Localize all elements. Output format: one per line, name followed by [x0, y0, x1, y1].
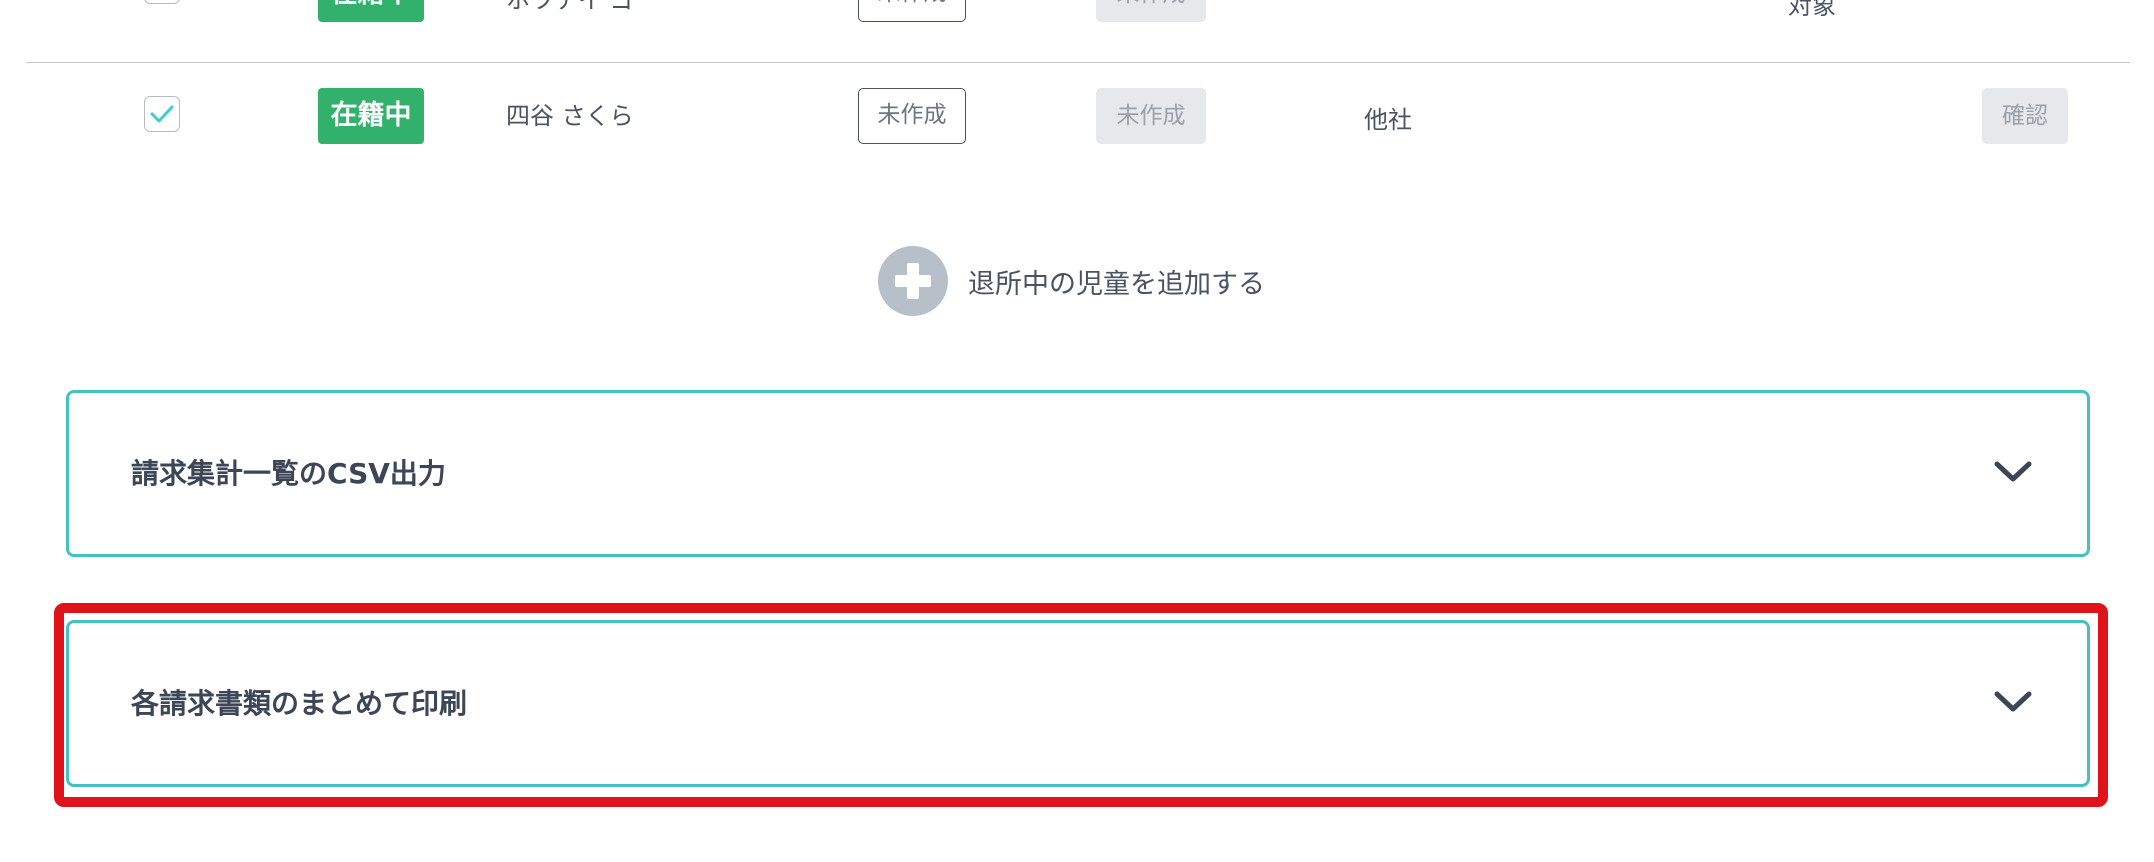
accordion-title: 請求集計一覧のCSV出力 [131, 457, 446, 490]
company-label: 他社 [1364, 106, 1412, 134]
document-status-disabled: 未作成 [1096, 0, 1206, 22]
status-badge: 在籍中 [318, 88, 424, 144]
csv-export-accordion[interactable]: 請求集計一覧のCSV出力 [66, 390, 2090, 557]
check-icon [150, 105, 174, 123]
table-row: 在籍中 ホワテイ ゴ 未作成 未作成 対象 [26, 0, 2130, 63]
add-withdrawn-child-button[interactable]: 退所中の児童を追加する [878, 246, 1265, 316]
table-row: 在籍中 四谷 さくら 未作成 未作成 他社 確認 [26, 62, 2130, 172]
document-status-disabled: 未作成 [1096, 88, 1206, 144]
plus-circle-icon [878, 246, 948, 316]
accordion-title: 各請求書類のまとめて印刷 [131, 687, 468, 720]
target-label: 対象 [1788, 0, 1836, 20]
document-status-button[interactable]: 未作成 [858, 88, 966, 144]
child-name: ホワテイ ゴ [506, 0, 634, 14]
document-status-button[interactable]: 未作成 [858, 0, 966, 22]
row-checkbox[interactable] [144, 96, 180, 132]
status-badge: 在籍中 [318, 0, 424, 22]
chevron-down-icon [1994, 691, 2032, 712]
child-name: 四谷 さくら [506, 102, 634, 130]
confirm-button[interactable]: 確認 [1982, 88, 2068, 144]
row-checkbox[interactable] [144, 0, 180, 4]
chevron-down-icon [1994, 461, 2032, 482]
add-withdrawn-child-label: 退所中の児童を追加する [968, 268, 1265, 300]
bulk-print-accordion[interactable]: 各請求書類のまとめて印刷 [66, 620, 2090, 787]
